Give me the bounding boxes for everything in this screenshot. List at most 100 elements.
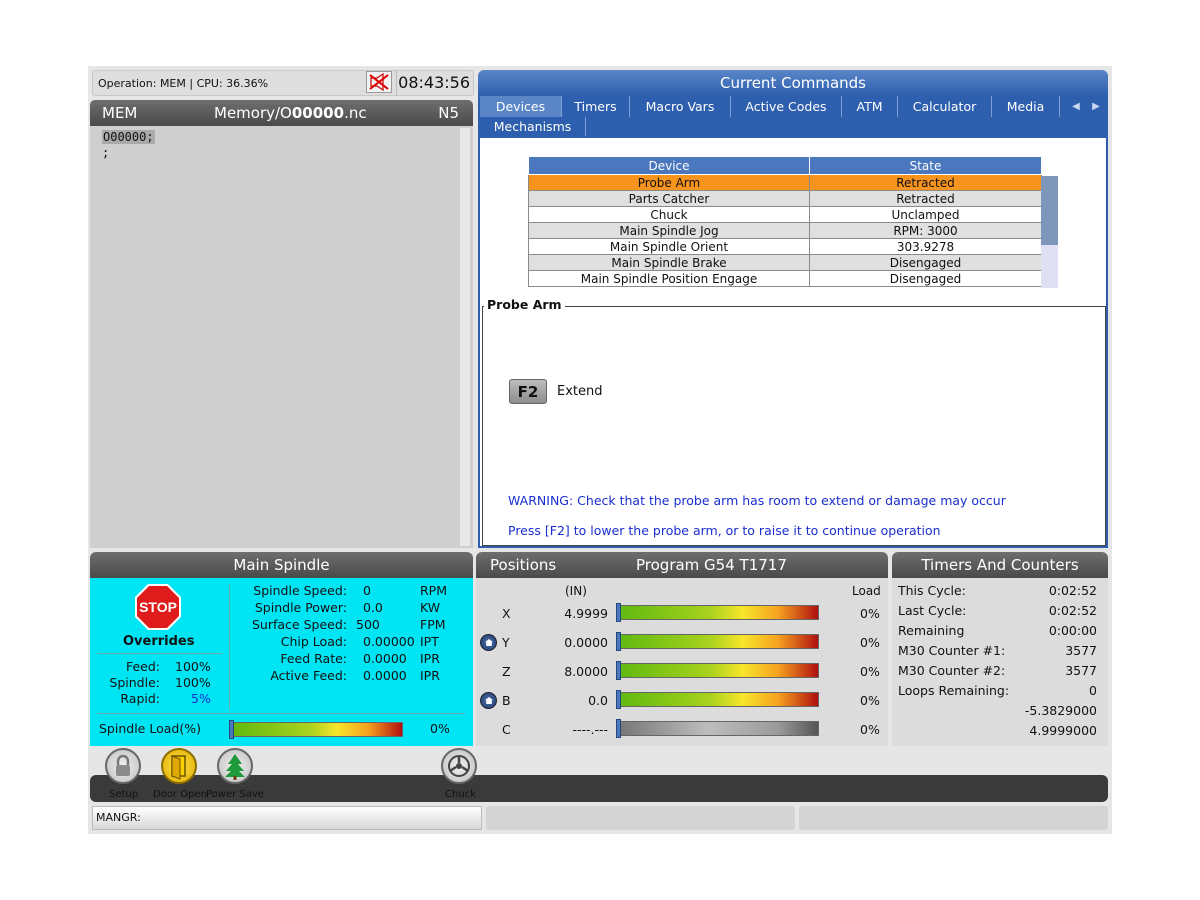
device-name: Main Spindle Jog	[528, 222, 810, 239]
device-table: Device State Probe Arm Retracted Parts Ca…	[528, 156, 1042, 287]
counter-label: M30 Counter #2:	[898, 663, 1006, 678]
f2-key-button[interactable]: F2	[509, 379, 547, 404]
table-row[interactable]: Main Spindle Jog RPM: 3000	[528, 222, 1042, 239]
spindle-power-value: 0.0	[363, 600, 383, 615]
status-box	[486, 806, 795, 830]
chuck-label: Chuck	[445, 789, 476, 800]
table-row[interactable]: Probe Arm Retracted	[528, 174, 1042, 191]
axis-load-marker-b	[616, 690, 621, 709]
axis-load-bar-y	[618, 634, 819, 649]
command-input-line[interactable]: MANGR:	[92, 806, 482, 830]
surface-speed-label: Surface Speed:	[252, 617, 347, 632]
load-header: Load	[852, 584, 881, 598]
device-name: Main Spindle Brake	[528, 254, 810, 271]
feed-rate-label: Feed Rate:	[280, 651, 347, 666]
override-label: Spindle:	[109, 675, 160, 690]
program-filename: Memory/O00000.nc	[214, 104, 367, 122]
device-table-scroll-thumb[interactable]	[1041, 176, 1058, 245]
spindle-load-bar	[231, 722, 403, 737]
override-label: Rapid:	[120, 691, 160, 706]
axis-value-b: 0.0	[588, 693, 608, 708]
axis-load-bar-b	[618, 692, 819, 707]
program-editor[interactable]	[90, 126, 473, 548]
axis-value-z: 8.0000	[564, 664, 608, 679]
probe-arm-group	[482, 306, 1106, 546]
code-line[interactable]: O00000;	[102, 130, 155, 144]
tab-macro-vars[interactable]: Macro Vars	[630, 96, 731, 117]
spindle-speed-value: 0	[363, 583, 371, 598]
chip-load-value: 0.00000	[363, 634, 415, 649]
tab-devices[interactable]: Devices	[480, 96, 562, 117]
surface-speed-value: 500	[356, 617, 380, 632]
active-feed-unit: IPR	[420, 668, 440, 683]
table-row[interactable]: Main Spindle Position Engage Disengaged	[528, 270, 1042, 287]
counter-value: 0	[1089, 683, 1097, 698]
chuck-icon[interactable]	[441, 748, 477, 784]
axis-label-z: Z	[502, 664, 511, 679]
tab-media[interactable]: Media	[992, 96, 1060, 117]
axis-label-c: C	[502, 722, 511, 737]
axis-label-b: B	[502, 693, 511, 708]
axis-load-marker-y	[616, 632, 621, 651]
tab-atm[interactable]: ATM	[842, 96, 898, 117]
current-commands-title: Current Commands	[478, 70, 1108, 96]
status-box	[799, 806, 1108, 830]
program-line-number: N5	[438, 104, 459, 122]
counter-value: 3577	[1065, 643, 1097, 658]
tab-right-arrow-icon[interactable]: ▶	[1086, 96, 1106, 117]
program-scrollbar[interactable]	[460, 128, 470, 546]
tab-timers[interactable]: Timers	[562, 96, 630, 117]
surface-speed-unit: FPM	[420, 617, 446, 632]
axis-value-x: 4.9999	[564, 606, 608, 621]
override-value: 100%	[175, 659, 211, 674]
door-icon[interactable]	[161, 748, 197, 784]
axis-load-bar-z	[618, 663, 819, 678]
tree-icon[interactable]	[217, 748, 253, 784]
device-state: Disengaged	[809, 270, 1042, 287]
counter-label: M30 Counter #1:	[898, 643, 1006, 658]
device-name: Chuck	[528, 206, 810, 223]
table-row[interactable]: Main Spindle Brake Disengaged	[528, 254, 1042, 271]
code-line[interactable]: ;	[102, 146, 109, 160]
timer-value: 0:02:52	[1048, 583, 1097, 598]
overrides-heading: Overrides	[123, 634, 195, 649]
table-row[interactable]: Parts Catcher Retracted	[528, 190, 1042, 207]
axis-load-marker-z	[616, 661, 621, 680]
door-open-label: Door Open	[153, 789, 207, 800]
override-value: 5%	[191, 691, 211, 706]
axis-value-y: 0.0000	[564, 635, 608, 650]
device-state: Retracted	[809, 190, 1042, 207]
positions-program: Program G54 T1717	[636, 556, 787, 574]
lock-icon[interactable]	[105, 748, 141, 784]
device-name: Main Spindle Position Engage	[528, 270, 810, 287]
axis-load-bar-c	[618, 721, 819, 736]
override-value: 100%	[175, 675, 211, 690]
device-state: 303.9278	[809, 238, 1042, 255]
instruction-message: Press [F2] to lower the probe arm, or to…	[508, 523, 941, 538]
clock: 08:43:56	[396, 70, 474, 96]
device-state: Retracted	[809, 174, 1042, 191]
counter-value: 3577	[1065, 663, 1097, 678]
warning-message: WARNING: Check that the probe arm has ro…	[508, 493, 1006, 508]
axis-load-c: 0%	[860, 722, 880, 737]
spindle-load-value: 0%	[430, 721, 450, 736]
device-state: Unclamped	[809, 206, 1042, 223]
stop-label: STOP	[139, 599, 177, 615]
active-feed-label: Active Feed:	[270, 668, 347, 683]
subtab-mechanisms[interactable]: Mechanisms	[480, 117, 586, 136]
units-label: (IN)	[565, 584, 587, 598]
alarm-off-icon[interactable]	[366, 71, 392, 93]
divider	[229, 584, 230, 709]
feed-rate-unit: IPR	[420, 651, 440, 666]
axis-load-z: 0%	[860, 664, 880, 679]
timer-label: Remaining	[898, 623, 965, 638]
stop-sign-icon: STOP	[134, 583, 182, 631]
tab-calculator[interactable]: Calculator	[898, 96, 992, 117]
table-row[interactable]: Main Spindle Orient 303.9278	[528, 238, 1042, 255]
probe-arm-title: Probe Arm	[484, 297, 565, 312]
timer-label: This Cycle:	[898, 583, 966, 598]
tab-active-codes[interactable]: Active Codes	[731, 96, 842, 117]
axis-load-bar-x	[618, 605, 819, 620]
tab-left-arrow-icon[interactable]: ◀	[1066, 96, 1086, 117]
table-row[interactable]: Chuck Unclamped	[528, 206, 1042, 223]
